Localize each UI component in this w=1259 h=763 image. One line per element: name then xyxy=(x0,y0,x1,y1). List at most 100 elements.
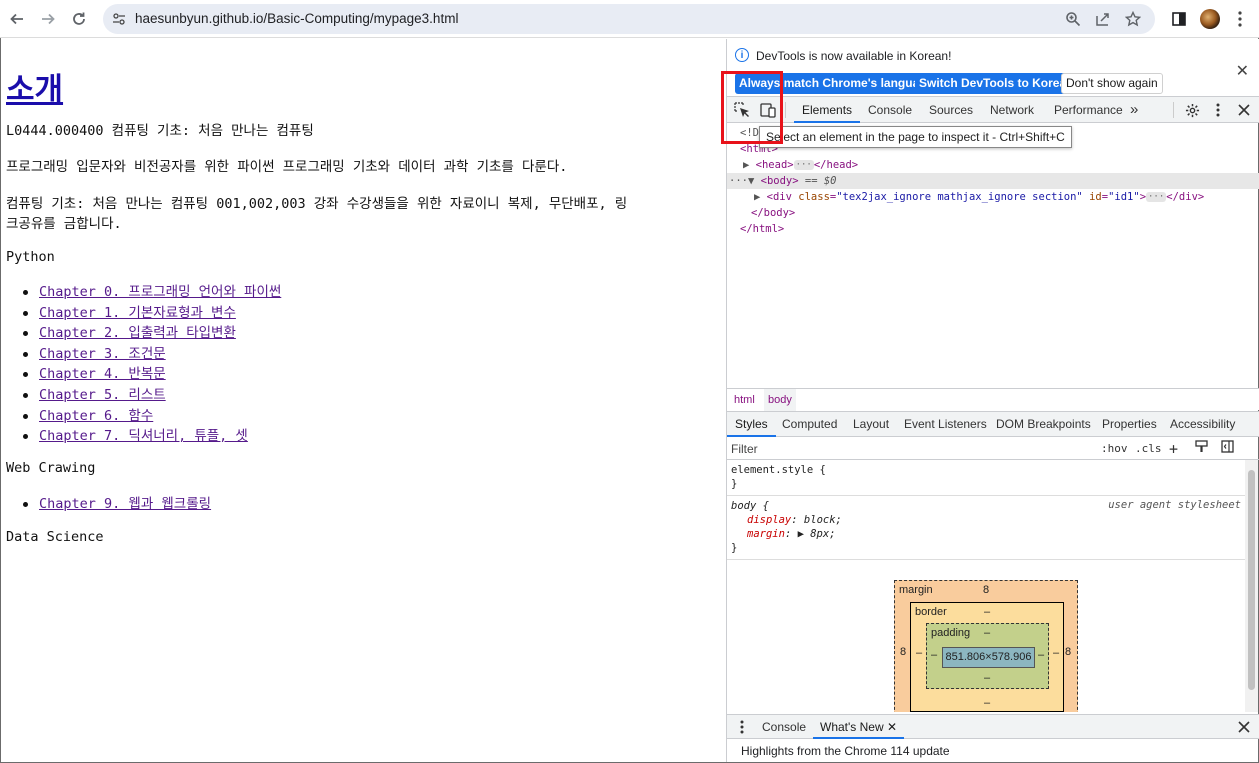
tab-dom-breakpoints[interactable]: DOM Breakpoints xyxy=(996,412,1091,437)
site-info-icon[interactable] xyxy=(111,11,127,27)
collapsed-dots[interactable]: ··· xyxy=(793,160,814,170)
close-icon xyxy=(1238,721,1250,733)
list-item: Chapter 3. 조건문 xyxy=(6,344,281,365)
share-icon[interactable] xyxy=(1093,9,1113,29)
more-tabs-button[interactable]: » xyxy=(1130,97,1138,123)
chapter-link[interactable]: Chapter 2. 입출력과 타입변환 xyxy=(39,325,236,341)
page-title-link[interactable]: 소개 xyxy=(6,72,63,107)
chapter-link[interactable]: Chapter 3. 조건문 xyxy=(39,346,166,362)
close-icon xyxy=(1238,104,1250,116)
chapter-link[interactable]: Chapter 6. 함수 xyxy=(39,408,153,424)
bookmark-star-icon[interactable] xyxy=(1123,9,1143,29)
styles-tab-bar: Styles Computed Layout Event Listeners D… xyxy=(727,411,1259,437)
margin-top-value: 8 xyxy=(983,584,990,596)
box-model-border[interactable]: border – – – – padding – – – – 851.806×5… xyxy=(910,602,1064,712)
reload-button[interactable] xyxy=(67,7,91,31)
tab-console[interactable]: Console xyxy=(868,97,912,123)
chapter-link[interactable]: Chapter 5. 리스트 xyxy=(39,387,166,403)
close-icon[interactable]: ✕ xyxy=(887,720,897,734)
styles-filter-input[interactable] xyxy=(731,440,1091,458)
tab-styles[interactable]: Styles xyxy=(727,412,776,437)
drawer-menu-button[interactable] xyxy=(733,718,751,736)
dont-show-again-button[interactable]: Don't show again xyxy=(1061,73,1163,94)
rule-divider xyxy=(727,559,1245,560)
margin-declaration[interactable]: margin: ▶ 8px; xyxy=(747,527,836,541)
infobar-close-button[interactable]: ✕ xyxy=(1236,61,1249,81)
ua-stylesheet-label: user agent stylesheet xyxy=(1108,499,1241,511)
chapter-link[interactable]: Chapter 4. 반복문 xyxy=(39,366,166,382)
side-panel-button[interactable] xyxy=(1167,7,1191,31)
paint-brush-icon[interactable] xyxy=(1195,440,1208,458)
box-model-padding[interactable]: padding – – – – 851.806×578.906 xyxy=(926,623,1049,689)
chapter-link[interactable]: Chapter 7. 딕셔너리, 튜플, 셋 xyxy=(39,428,248,444)
margin-left-value: 8 xyxy=(900,646,907,658)
tab-elements[interactable]: Elements xyxy=(794,97,861,123)
list-item: Chapter 4. 반복문 xyxy=(6,364,281,385)
toolbar-divider xyxy=(785,102,786,118)
body-rule-selector[interactable]: body { xyxy=(731,499,769,513)
box-model-content-size[interactable]: 851.806×578.906 xyxy=(942,647,1035,668)
tab-event-listeners[interactable]: Event Listeners xyxy=(904,412,987,437)
styles-filter-bar: :hov .cls + xyxy=(727,438,1259,460)
hover-state-toggle[interactable]: :hov xyxy=(1101,440,1128,458)
dom-body-node[interactable]: ···▼ <body> == $0 xyxy=(727,173,1259,189)
padding-bottom-value: – xyxy=(984,672,991,684)
reload-icon xyxy=(73,12,85,25)
chapter-link[interactable]: Chapter 0. 프로그래밍 언어와 파이썬 xyxy=(39,284,281,300)
zoom-icon[interactable] xyxy=(1063,9,1083,29)
toggle-sidebar-icon[interactable] xyxy=(1221,440,1234,458)
tab-network[interactable]: Network xyxy=(990,97,1034,123)
tab-computed[interactable]: Computed xyxy=(782,412,837,437)
scrollbar-thumb[interactable] xyxy=(1248,470,1255,690)
chrome-menu-button[interactable] xyxy=(1228,7,1252,31)
list-item: Chapter 5. 리스트 xyxy=(6,385,281,406)
element-style-selector[interactable]: element.style { xyxy=(731,463,826,477)
drawer-tab-whats-new[interactable]: What's New ✕ xyxy=(813,715,905,739)
breadcrumb-html[interactable]: html xyxy=(730,389,759,411)
dom-html-close[interactable]: </html> xyxy=(727,221,1259,237)
tab-sources[interactable]: Sources xyxy=(929,97,973,123)
dom-head-node[interactable]: ▶ <head> ··· </head> xyxy=(727,157,1259,173)
padding-left-value: – xyxy=(931,649,938,661)
browser-toolbar: haesunbyun.github.io/Basic-Computing/myp… xyxy=(0,0,1259,38)
section-python: Python xyxy=(6,249,55,265)
new-style-rule-button[interactable]: + xyxy=(1169,440,1178,458)
close-devtools-button[interactable] xyxy=(1235,101,1253,119)
devtools-menu-button[interactable] xyxy=(1209,101,1227,119)
tab-properties[interactable]: Properties xyxy=(1102,412,1157,437)
section-web: Web Crawing xyxy=(6,460,96,476)
dom-div-node[interactable]: ▶ <div class="tex2jax_ignore mathjax_ign… xyxy=(727,189,1259,205)
tab-layout[interactable]: Layout xyxy=(853,412,889,437)
forward-arrow-icon xyxy=(42,13,55,25)
switch-language-button[interactable]: Switch DevTools to Korean xyxy=(915,73,1078,94)
tab-performance[interactable]: Performance xyxy=(1054,97,1123,123)
breadcrumb-body[interactable]: body xyxy=(764,389,796,411)
styles-scrollbar[interactable] xyxy=(1245,460,1258,712)
box-model-margin[interactable]: margin 8 8 8 border – – – – padding – – … xyxy=(894,580,1078,712)
display-declaration[interactable]: display: block; xyxy=(747,513,842,527)
close-drawer-button[interactable] xyxy=(1235,718,1253,736)
kebab-menu-icon xyxy=(740,720,744,734)
web-page: 소개 L0444.000400 컴퓨팅 기초: 처음 만나는 컴퓨팅 프로그래밍… xyxy=(1,39,726,762)
inspect-tooltip: Select an element in the page to inspect… xyxy=(759,126,1072,148)
chapter-link[interactable]: Chapter 9. 웹과 웹크롤링 xyxy=(39,496,211,512)
address-bar[interactable]: haesunbyun.github.io/Basic-Computing/myp… xyxy=(103,4,1155,34)
padding-top-value: – xyxy=(984,627,991,639)
intro-text: 프로그래밍 입문자와 비전공자를 위한 파이썬 프로그래밍 기초와 데이터 과학… xyxy=(6,159,568,175)
back-button[interactable] xyxy=(5,7,29,31)
side-panel-icon xyxy=(1172,12,1186,26)
dom-body-close[interactable]: </body> xyxy=(727,205,1259,221)
kebab-menu-icon xyxy=(1238,11,1242,27)
forward-button[interactable] xyxy=(36,7,60,31)
page-title: 소개 xyxy=(6,64,63,109)
settings-button[interactable] xyxy=(1183,101,1201,119)
drawer-tab-console[interactable]: Console xyxy=(762,715,806,739)
padding-label: padding xyxy=(931,627,971,639)
profile-button[interactable] xyxy=(1198,7,1222,31)
tab-accessibility[interactable]: Accessibility xyxy=(1170,412,1235,437)
chapter-link[interactable]: Chapter 1. 기본자료형과 변수 xyxy=(39,305,236,321)
breadcrumb: html body xyxy=(727,388,1259,411)
info-icon: i xyxy=(735,48,749,62)
collapsed-dots[interactable]: ··· xyxy=(1146,192,1167,202)
class-toggle[interactable]: .cls xyxy=(1135,440,1162,458)
